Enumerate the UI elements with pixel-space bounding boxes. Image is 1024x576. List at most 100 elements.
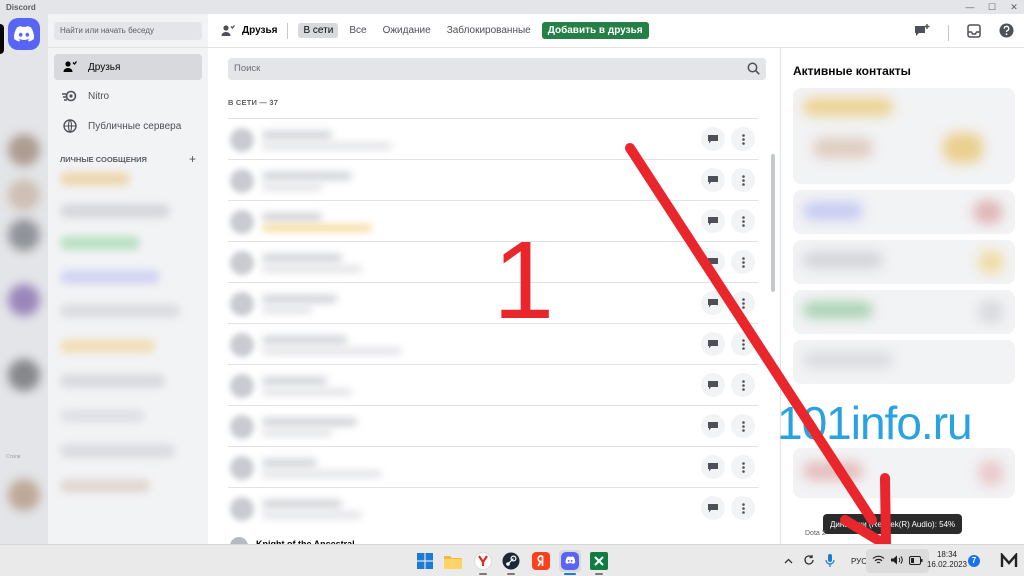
- more-button[interactable]: [731, 496, 755, 520]
- chat-bubble-icon: [708, 298, 718, 307]
- server-icon[interactable]: [8, 134, 40, 166]
- tab-online[interactable]: В сети: [298, 23, 339, 38]
- friend-row[interactable]: [228, 446, 758, 487]
- friend-row[interactable]: [228, 364, 758, 405]
- app-m-button[interactable]: [998, 550, 1020, 572]
- discord-taskbar-button[interactable]: [559, 550, 581, 575]
- active-contact-card[interactable]: [793, 448, 1015, 498]
- sidebar-item-public-servers[interactable]: Публичные сервера: [54, 113, 202, 139]
- microphone-icon[interactable]: [825, 553, 835, 569]
- friend-row[interactable]: [228, 405, 758, 446]
- server-icon[interactable]: [8, 219, 40, 251]
- active-contact-card[interactable]: [793, 190, 1015, 234]
- more-button[interactable]: [731, 291, 755, 315]
- create-dm-button[interactable]: +: [189, 152, 196, 166]
- more-vertical-icon: [741, 420, 745, 432]
- active-contact-card[interactable]: [793, 240, 1015, 284]
- friend-row[interactable]: [228, 487, 758, 528]
- chat-bubble-icon: [708, 462, 718, 471]
- yandex-button[interactable]: [530, 550, 552, 572]
- message-button[interactable]: [701, 414, 725, 438]
- inbox-icon[interactable]: [967, 23, 981, 43]
- message-button[interactable]: [701, 496, 725, 520]
- more-button[interactable]: [731, 209, 755, 233]
- excel-button[interactable]: [588, 550, 610, 575]
- friend-row[interactable]: [228, 118, 758, 159]
- add-friend-button[interactable]: Добавить в друзья: [541, 22, 649, 39]
- active-contact-card[interactable]: [793, 340, 1015, 384]
- minimize-button[interactable]: —: [964, 2, 976, 12]
- step-number-annotation: 1: [493, 219, 555, 342]
- conversation-search[interactable]: Найти или начать беседу: [54, 22, 202, 40]
- avatar: [230, 374, 254, 398]
- dm-item[interactable]: [60, 172, 130, 186]
- server-icon[interactable]: [8, 359, 40, 391]
- more-vertical-icon: [741, 256, 745, 268]
- avatar: [230, 415, 254, 439]
- notification-badge[interactable]: 7: [968, 555, 980, 567]
- chevron-up-icon[interactable]: [784, 557, 793, 566]
- quick-settings-button[interactable]: [866, 549, 929, 573]
- active-contact-card[interactable]: [793, 290, 1015, 334]
- steam-button[interactable]: [500, 550, 522, 575]
- dm-item[interactable]: [60, 236, 140, 250]
- dm-item[interactable]: [60, 444, 175, 458]
- language-indicator[interactable]: РУС: [851, 557, 867, 566]
- message-button[interactable]: [701, 332, 725, 356]
- friends-topbar: Друзья В сети Все Ожидание Заблокированн…: [208, 14, 1024, 48]
- server-icon[interactable]: [8, 179, 40, 211]
- friend-row[interactable]: [228, 159, 758, 200]
- friend-status: [262, 389, 352, 395]
- close-button[interactable]: ✕: [1008, 2, 1020, 13]
- message-button[interactable]: [701, 291, 725, 315]
- dm-item[interactable]: [60, 304, 180, 318]
- server-icon[interactable]: [8, 284, 40, 316]
- more-vertical-icon: [741, 133, 745, 145]
- message-button[interactable]: [701, 209, 725, 233]
- sidebar-item-label: Друзья: [88, 61, 121, 73]
- more-button[interactable]: [731, 455, 755, 479]
- message-button[interactable]: [701, 127, 725, 151]
- direct-messages-header: ЛИЧНЫЕ СООБЩЕНИЯ +: [60, 152, 196, 166]
- friends-scrollbar[interactable]: [771, 154, 775, 292]
- dm-item[interactable]: [60, 409, 145, 423]
- steam-icon: [502, 552, 520, 570]
- discord-home-button[interactable]: [8, 18, 40, 50]
- message-button[interactable]: [701, 455, 725, 479]
- more-button[interactable]: [731, 414, 755, 438]
- server-icon[interactable]: [8, 479, 40, 511]
- dm-item[interactable]: [60, 479, 150, 493]
- more-button[interactable]: [731, 373, 755, 397]
- windows-start-button[interactable]: [414, 550, 436, 572]
- tab-blocked[interactable]: Заблокированные: [442, 23, 536, 38]
- dm-item[interactable]: [60, 374, 165, 388]
- yandex-browser-button[interactable]: [472, 550, 494, 575]
- dm-item[interactable]: [60, 339, 155, 353]
- more-button[interactable]: [731, 127, 755, 151]
- tab-all[interactable]: Все: [344, 23, 371, 38]
- sync-icon[interactable]: [803, 554, 815, 568]
- chat-bubble-icon: [708, 339, 718, 348]
- sidebar-item-friends[interactable]: Друзья: [54, 54, 202, 80]
- sidebar-item-nitro[interactable]: Nitro: [54, 83, 202, 109]
- message-button[interactable]: [701, 373, 725, 397]
- new-group-dm-icon[interactable]: [914, 23, 930, 43]
- clock[interactable]: 18:34 16.02.2023: [924, 550, 970, 570]
- tab-pending[interactable]: Ожидание: [378, 23, 436, 38]
- active-contact-card[interactable]: [793, 88, 1015, 184]
- friend-status: [262, 307, 312, 313]
- chat-bubble-icon: [708, 421, 718, 430]
- file-explorer-button[interactable]: [442, 550, 464, 572]
- more-button[interactable]: [731, 168, 755, 192]
- message-button[interactable]: [701, 168, 725, 192]
- message-button[interactable]: [701, 250, 725, 274]
- help-icon[interactable]: [999, 23, 1014, 43]
- running-indicator: [479, 573, 487, 575]
- more-button[interactable]: [731, 332, 755, 356]
- friend-search-input[interactable]: Поиск: [228, 58, 766, 80]
- dm-item[interactable]: [60, 204, 170, 218]
- maximize-button[interactable]: ☐: [986, 2, 998, 13]
- dm-item[interactable]: [60, 270, 160, 284]
- more-vertical-icon: [741, 338, 745, 350]
- more-button[interactable]: [731, 250, 755, 274]
